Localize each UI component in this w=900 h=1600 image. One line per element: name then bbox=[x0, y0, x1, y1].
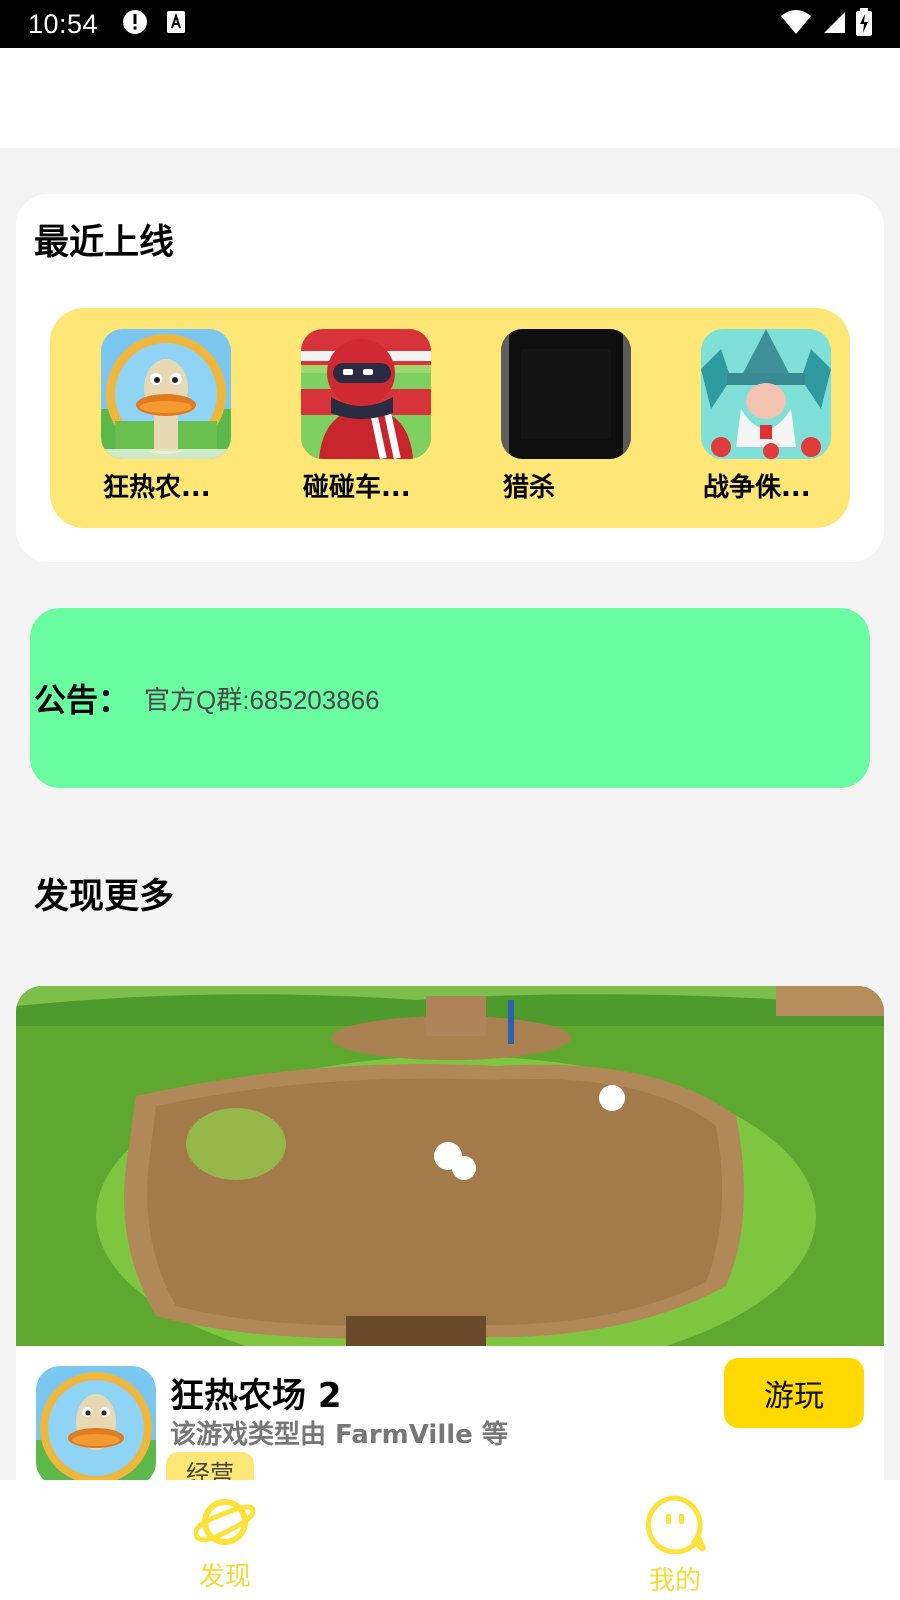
recent-item-label: 碰碰车... bbox=[303, 473, 411, 503]
dark-game-icon bbox=[501, 329, 631, 459]
ostrich-game-icon bbox=[101, 329, 231, 459]
recent-item-hunt[interactable]: 猎杀 bbox=[501, 329, 631, 504]
announcement-banner: 公告： 官方Q群:685203866 bbox=[30, 608, 870, 788]
recent-item-label: 猎杀 bbox=[503, 473, 556, 503]
announcement-label: 公告： bbox=[34, 681, 131, 719]
bottom-nav: 发现 我的 bbox=[0, 1480, 900, 1600]
racer-game-icon bbox=[301, 329, 431, 459]
status-bar: 10:54 bbox=[0, 0, 900, 48]
app-bar bbox=[0, 48, 900, 148]
battery-charging-icon bbox=[856, 8, 872, 40]
recent-strip: 狂热农... 碰碰车... 猎杀 战争侏... bbox=[50, 308, 850, 528]
nav-discover-label: 发现 bbox=[198, 1562, 251, 1592]
alert-icon bbox=[122, 9, 148, 39]
planet-icon bbox=[194, 1494, 256, 1550]
game-banner-image[interactable] bbox=[16, 986, 884, 1346]
game-title: 狂热农场 2 bbox=[170, 1376, 342, 1416]
recent-section: 最近上线 狂热农... 碰碰车... 猎杀 战争侏... bbox=[16, 194, 884, 562]
recent-item-bumper[interactable]: 碰碰车... bbox=[301, 329, 431, 504]
recent-title: 最近上线 bbox=[34, 223, 175, 263]
sim-a-icon bbox=[166, 10, 186, 38]
discover-title: 发现更多 bbox=[34, 877, 175, 917]
nav-mine[interactable]: 我的 bbox=[450, 1480, 900, 1600]
nav-mine-label: 我的 bbox=[648, 1566, 701, 1596]
game-row: 狂热农场 2 该游戏类型由 FarmVille 等 经营 游玩 bbox=[16, 1346, 884, 1486]
announcement-text: 官方Q群:685203866 bbox=[144, 684, 380, 715]
recent-item-label: 战争侏... bbox=[703, 473, 811, 503]
signal-icon bbox=[822, 10, 846, 38]
farm-game-icon[interactable] bbox=[36, 1366, 156, 1486]
play-button[interactable]: 游玩 bbox=[724, 1358, 864, 1428]
wizard-game-icon bbox=[701, 329, 831, 459]
nav-discover[interactable]: 发现 bbox=[0, 1480, 450, 1600]
recent-item-farm[interactable]: 狂热农... bbox=[101, 329, 231, 504]
game-card[interactable]: 狂热农场 2 该游戏类型由 FarmVille 等 经营 游玩 bbox=[16, 986, 884, 1486]
recent-item-war[interactable]: 战争侏... bbox=[701, 329, 831, 504]
game-description: 该游戏类型由 FarmVille 等 bbox=[170, 1420, 508, 1450]
status-time: 10:54 bbox=[28, 8, 99, 39]
recent-item-label: 狂热农... bbox=[103, 473, 211, 503]
face-bubble-icon bbox=[644, 1494, 706, 1554]
wifi-icon bbox=[780, 9, 812, 39]
